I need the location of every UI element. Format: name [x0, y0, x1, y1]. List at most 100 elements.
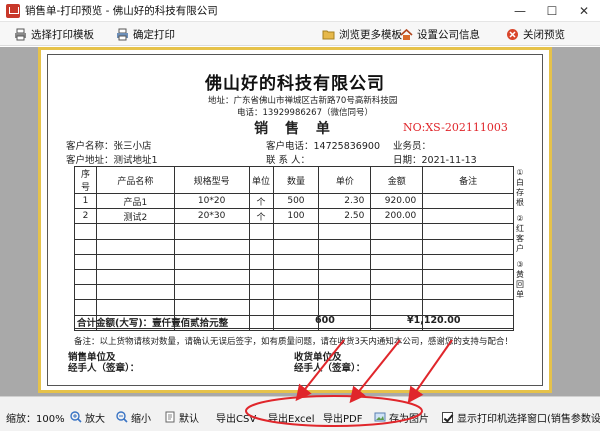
cell-no: 1	[74, 192, 97, 210]
salesperson: 业务员：	[393, 141, 432, 152]
folder-icon	[322, 30, 335, 39]
cell-unit: 个	[248, 208, 274, 225]
cell-unit: 个	[248, 192, 274, 210]
minimize-button[interactable]: —	[504, 0, 536, 22]
company-info-button[interactable]: 设置公司信息	[400, 25, 480, 43]
company-phone: 电话：13929986267（微信同号）	[237, 108, 373, 118]
seller-signature-line1: 销售单位及	[68, 352, 116, 363]
browse-templates-button[interactable]: 浏览更多模板	[322, 25, 402, 43]
exit-icon	[507, 28, 518, 40]
toolbar: 选择打印模板 确定打印 浏览更多模板 设置公司信息 关闭预览	[0, 22, 600, 46]
seller-signature-line2: 经手人（签章）：	[68, 363, 140, 374]
confirm-print-label: 确定打印	[133, 28, 175, 41]
printer-icon	[15, 28, 26, 40]
cell-spec: 20*30	[173, 208, 250, 225]
table-row-empty	[74, 253, 514, 270]
column-header: 产品名称	[95, 166, 175, 194]
buyer-signature-line1: 收货单位及	[294, 352, 342, 363]
contact-person: 联 系 人：	[266, 155, 311, 166]
company-address: 地址：广东省佛山市禅城区古新路70号高新科技园	[208, 96, 398, 106]
app-icon	[6, 3, 20, 18]
cell-name: 测试2	[95, 208, 175, 225]
cell-price: 2.30	[318, 192, 372, 210]
column-header: 金额	[370, 166, 424, 194]
cell-qty: 100	[272, 208, 320, 225]
close-preview-button[interactable]: 关闭预览	[506, 25, 565, 43]
cell-price: 2.50	[318, 208, 372, 225]
copy-note-white: ①白存根	[516, 168, 524, 207]
show-printer-dialog-checkbox[interactable]: 显示打印机选择窗口(销售参数设置)	[442, 409, 600, 425]
remark-note: 备注：以上货物请核对数量，请确认无误后签字，如有质量问题，请在收货3天内通知本公…	[74, 337, 513, 347]
show-printer-dialog-label: 显示打印机选择窗口(销售参数设置)	[457, 413, 600, 425]
zoom-out-icon	[116, 411, 128, 423]
buyer-signature-line2: 经手人（签章）：	[294, 363, 366, 374]
save-image-button[interactable]: 存为图片	[374, 409, 429, 425]
title-bar: 销售单-打印预览 - 佛山好的科技有限公司 — ☐ ✕	[0, 0, 600, 22]
company-info-label: 设置公司信息	[417, 28, 480, 41]
table-row: 2 测试2 20*30 个 100 2.50 200.00	[74, 208, 514, 225]
total-row: 合计金额(大写)：壹仟壹佰贰拾元整 600 ¥1,120.00	[74, 313, 514, 329]
column-header: 单价	[318, 166, 372, 194]
home-icon	[400, 28, 413, 40]
zoom-out-button[interactable]: 缩小	[116, 409, 151, 425]
zoom-in-button[interactable]: 放大	[70, 409, 105, 425]
items-table: 序号 产品名称 规格型号 单位 数量 单价 金额 备注 1 产品1 10*20	[74, 166, 514, 331]
table-row-empty	[74, 284, 514, 301]
table-row: 1 产品1 10*20 个 500 2.30 920.00	[74, 192, 514, 210]
print-icon	[117, 28, 128, 40]
column-header: 数量	[272, 166, 320, 194]
zoom-in-icon	[70, 411, 82, 423]
export-pdf-button[interactable]: 导出PDF	[323, 409, 362, 425]
close-button[interactable]: ✕	[568, 0, 600, 22]
preview-area[interactable]: 佛山好的科技有限公司 地址：广东省佛山市禅城区古新路70号高新科技园 电话：13…	[0, 47, 600, 396]
customer-phone: 客户电话：14725836900	[266, 141, 380, 152]
copy-notes: ①白存根 ②红客户 ③黄回单	[514, 166, 526, 300]
select-template-label: 选择打印模板	[31, 28, 94, 41]
default-zoom-label: 默认	[179, 413, 199, 425]
column-header: 备注	[422, 166, 514, 194]
customer-name: 客户名称：张三小店	[66, 141, 152, 152]
cell-qty: 500	[272, 192, 320, 210]
zoom-out-label: 缩小	[131, 413, 151, 425]
close-preview-label: 关闭预览	[523, 28, 565, 41]
copy-note-red: ②红客户	[516, 214, 524, 253]
export-excel-label: 导出Excel	[268, 413, 315, 425]
export-excel-button[interactable]: 导出Excel	[268, 409, 315, 425]
document-icon	[165, 411, 175, 423]
confirm-print-button[interactable]: 确定打印	[116, 25, 175, 43]
cell-name: 产品1	[95, 192, 175, 210]
select-template-button[interactable]: 选择打印模板	[14, 25, 94, 43]
checkbox-checked-icon[interactable]	[442, 411, 453, 423]
export-pdf-label: 导出PDF	[323, 413, 363, 425]
default-zoom-button[interactable]: 默认	[164, 409, 199, 425]
export-csv-label: 导出CSV	[216, 413, 257, 425]
window-title: 销售单-打印预览 - 佛山好的科技有限公司	[25, 5, 218, 17]
total-quantity: 600	[315, 315, 335, 326]
cell-amount: 200.00	[370, 208, 424, 225]
page-border: 佛山好的科技有限公司 地址：广东省佛山市禅城区古新路70号高新科技园 电话：13…	[47, 54, 543, 386]
total-in-words: 合计金额(大写)：壹仟壹佰贰拾元整	[77, 318, 229, 329]
column-header: 序号	[74, 166, 97, 194]
column-header: 单位	[248, 166, 274, 194]
maximize-button[interactable]: ☐	[536, 0, 568, 22]
export-csv-button[interactable]: 导出CSV	[216, 409, 256, 425]
browse-templates-label: 浏览更多模板	[339, 28, 402, 41]
cell-remark	[422, 208, 514, 225]
cell-amount: 920.00	[370, 192, 424, 210]
cell-spec: 10*20	[173, 192, 250, 210]
document-date: 日期：2021-11-13	[393, 155, 477, 166]
column-header: 规格型号	[173, 166, 250, 194]
company-name: 佛山好的科技有限公司	[205, 74, 385, 94]
seller-signature: 销售单位及 经手人（签章）：	[68, 352, 139, 374]
cell-no: 2	[74, 208, 97, 225]
table-row-empty	[74, 223, 514, 240]
customer-address: 客户地址：测试地址1	[66, 155, 158, 166]
document-number: NO:XS-202111003	[403, 121, 508, 134]
table-row-empty	[74, 268, 514, 286]
cell-remark	[422, 192, 514, 210]
zoom-level: 缩放：100%	[6, 413, 65, 425]
table-row-empty	[74, 238, 514, 255]
image-icon	[374, 412, 386, 422]
print-page: 佛山好的科技有限公司 地址：广东省佛山市禅城区古新路70号高新科技园 电话：13…	[38, 47, 552, 393]
zoom-in-label: 放大	[85, 413, 105, 425]
